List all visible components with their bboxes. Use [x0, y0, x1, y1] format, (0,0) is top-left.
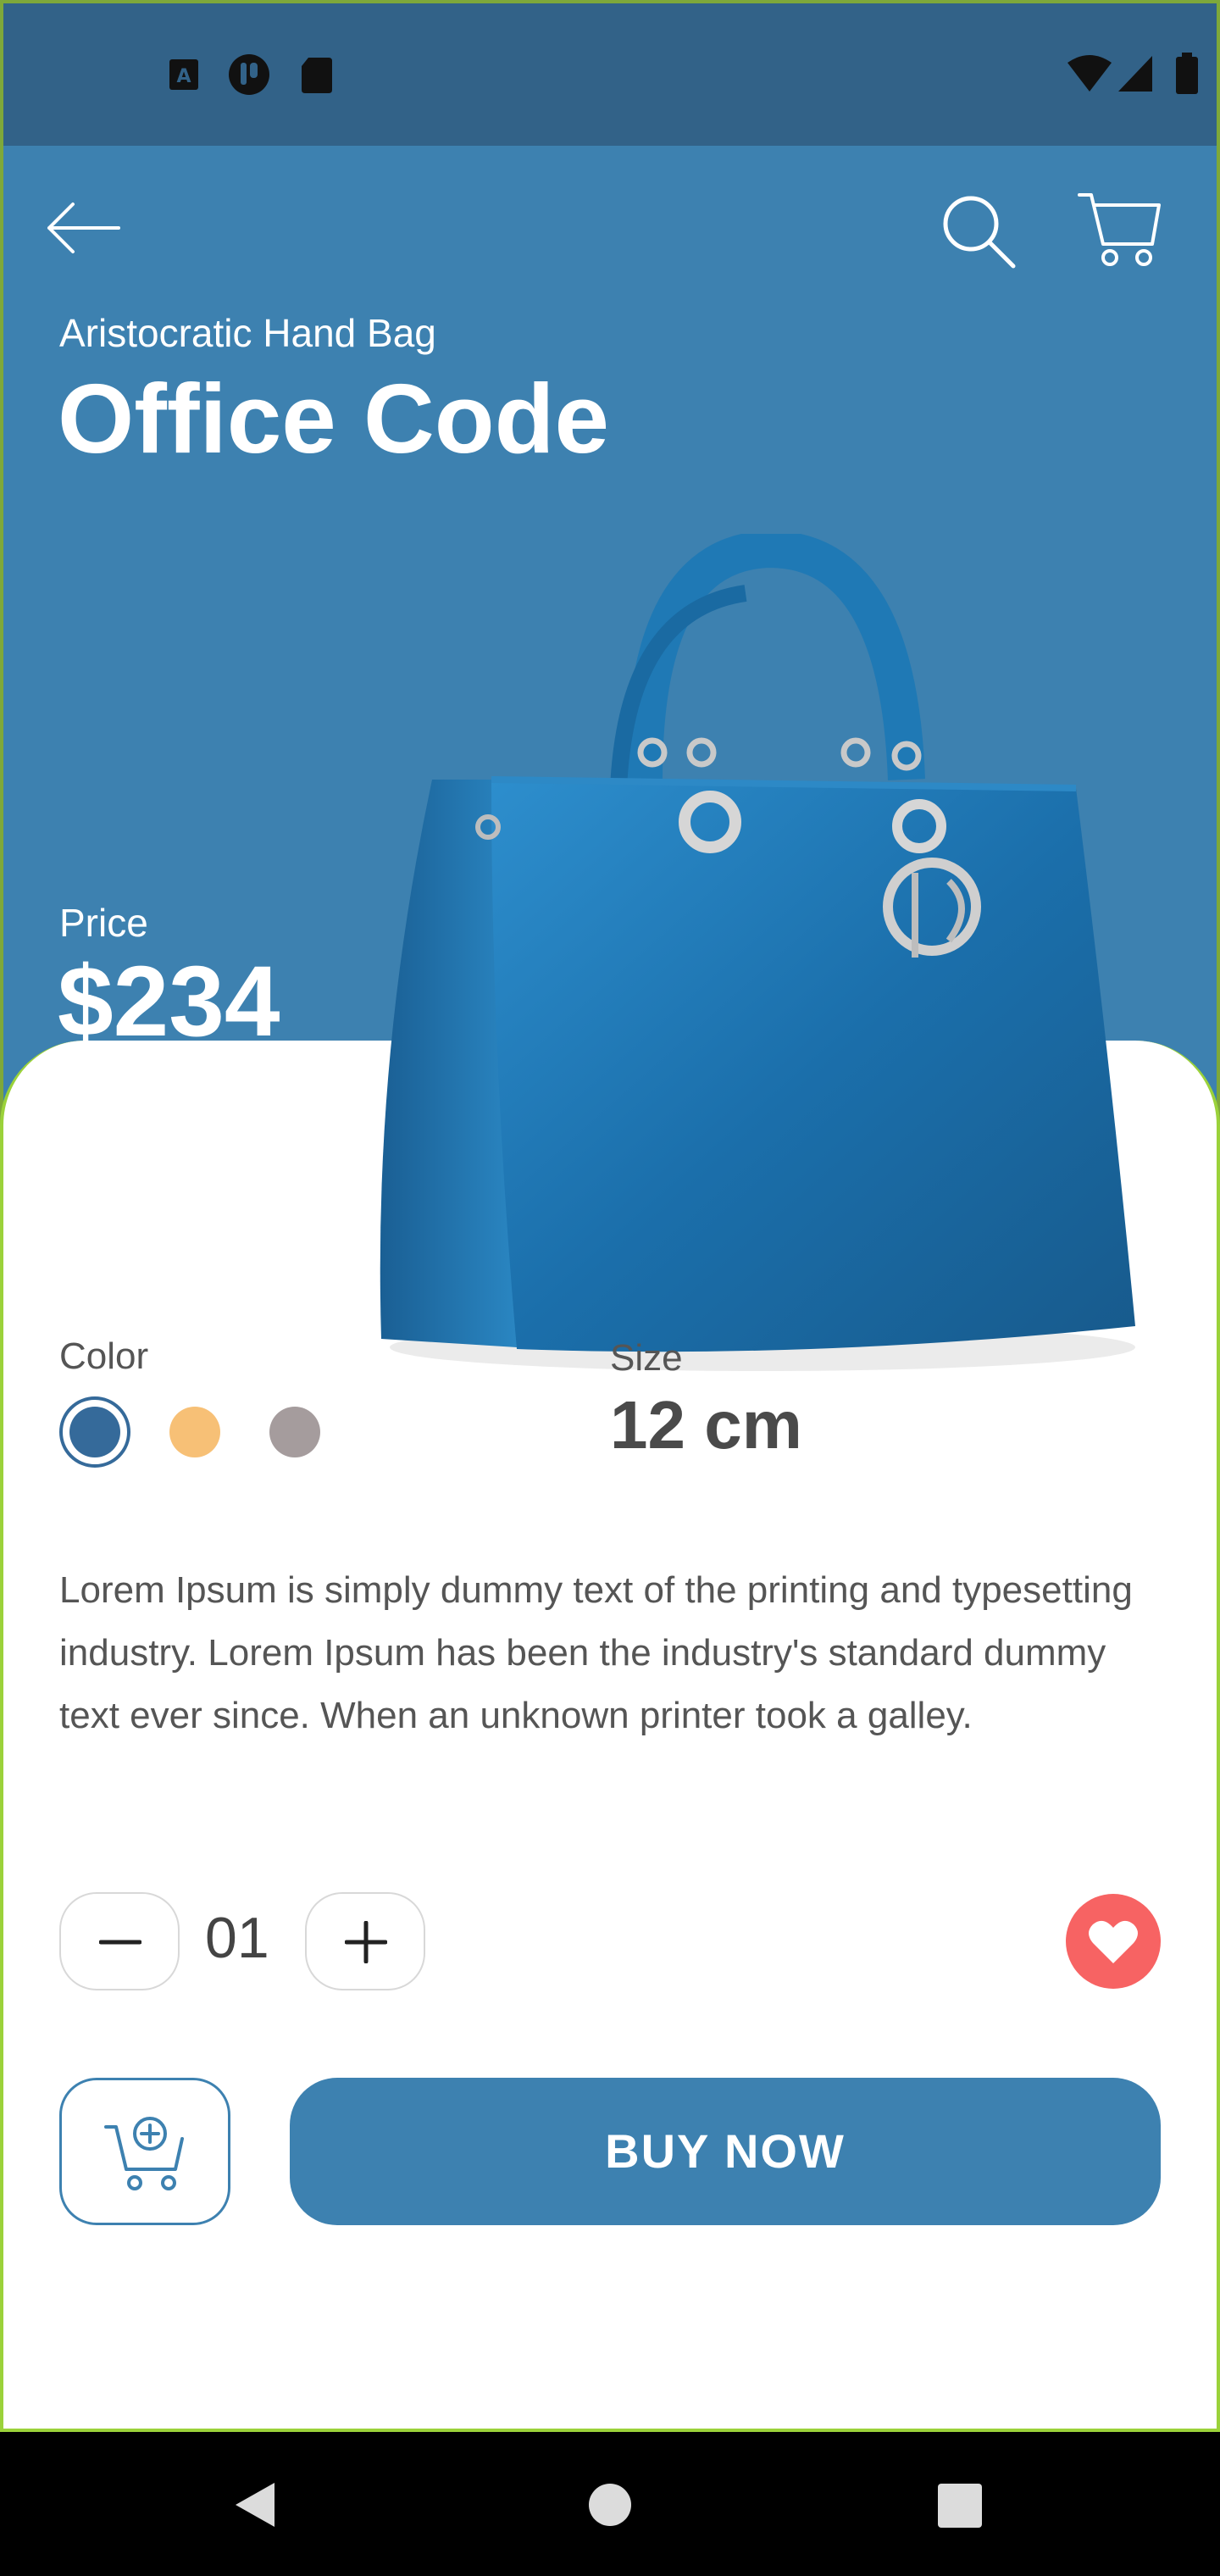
app-notification-icon [229, 54, 269, 95]
color-swatch-blue[interactable] [69, 1407, 120, 1457]
plus-icon [345, 1921, 387, 1963]
recents-square-icon[interactable] [937, 2483, 983, 2529]
quantity-value: 01 [205, 1906, 269, 1970]
decrease-quantity-button[interactable] [59, 1892, 180, 1990]
product-image-handbag [380, 534, 1135, 1371]
signal-icon [1118, 56, 1152, 92]
wifi-icon [1068, 55, 1112, 92]
back-triangle-icon[interactable] [234, 2481, 276, 2529]
home-circle-icon[interactable] [588, 2483, 632, 2527]
price-label: Price [59, 901, 148, 945]
a-notification-icon: A [169, 59, 198, 90]
cart-icon[interactable] [1078, 190, 1162, 268]
color-swatch-grey[interactable] [269, 1407, 320, 1457]
price-value: $234 [58, 946, 280, 1058]
size-value: 12 cm [610, 1387, 802, 1463]
minus-icon [99, 1940, 141, 1945]
svg-text:A: A [176, 66, 191, 87]
size-label: Size [610, 1337, 683, 1379]
add-to-cart-button[interactable] [59, 2078, 230, 2225]
sd-card-icon [302, 58, 332, 93]
system-navigation-bar [0, 2432, 1220, 2576]
arrow-left-icon[interactable] [44, 200, 122, 256]
search-icon[interactable] [940, 193, 1017, 269]
favorite-button[interactable] [1066, 1894, 1161, 1989]
product-description: Lorem Ipsum is simply dummy text of the … [59, 1569, 1133, 1736]
heart-icon [1089, 1920, 1138, 1963]
app-screen: A Aristocratic Hand Bag Office Code Pric… [0, 0, 1220, 2576]
buy-now-button[interactable]: BUY NOW [290, 2078, 1161, 2225]
status-bar: A [0, 0, 1220, 146]
battery-icon [1176, 53, 1198, 94]
increase-quantity-button[interactable] [305, 1892, 425, 1990]
product-category: Aristocratic Hand Bag [59, 311, 436, 355]
color-label: Color [59, 1335, 149, 1377]
product-name: Office Code [58, 364, 609, 474]
cart-add-icon [104, 2117, 184, 2190]
color-swatch-orange[interactable] [169, 1407, 220, 1457]
